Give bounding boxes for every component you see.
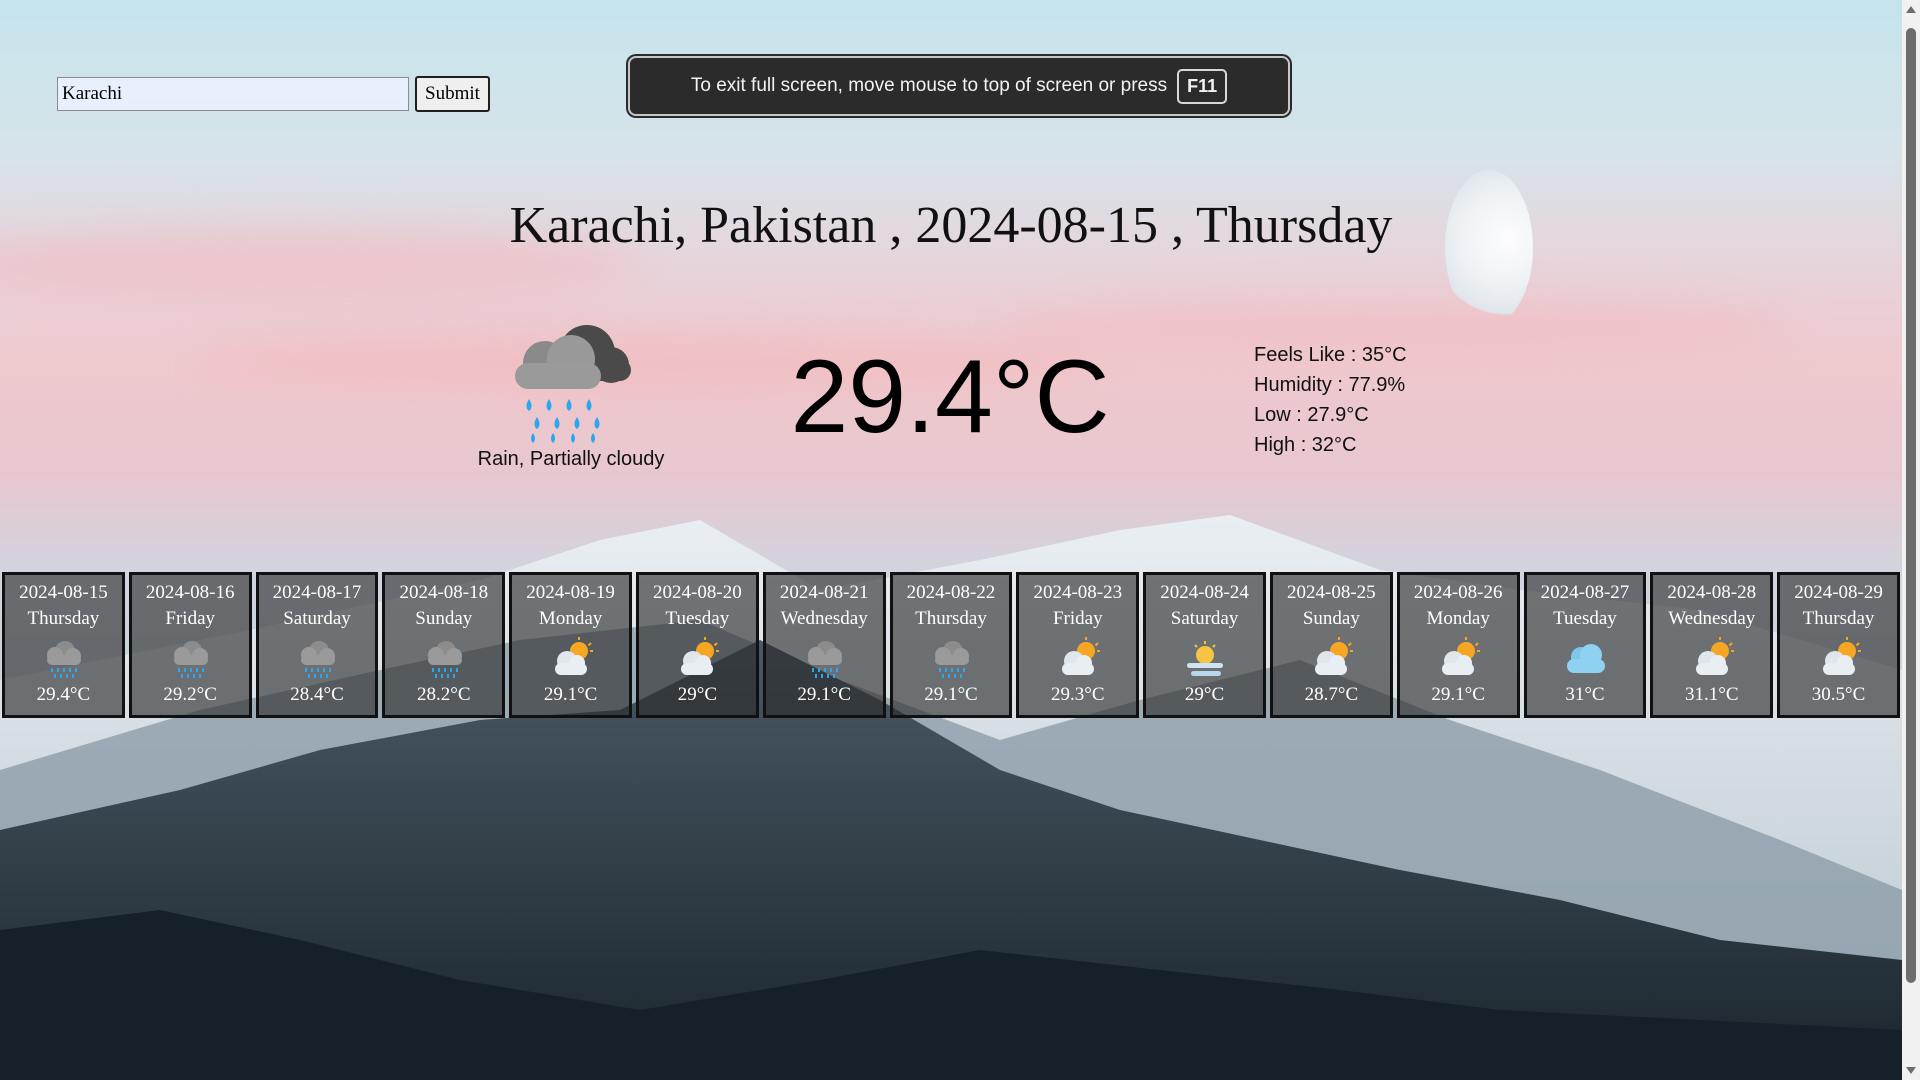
fullscreen-notice-text: To exit full screen, move mouse to top o… [690, 75, 1168, 96]
feels-like-value: Feels Like : 35°C [1254, 344, 1407, 366]
forecast-day-name: Thursday [915, 608, 987, 629]
forecast-day-card: 2024-08-19 Monday 29.1°C [509, 572, 632, 718]
rain-icon [934, 641, 969, 678]
location-date-title: Karachi, Pakistan , 2024-08-15 , Thursda… [509, 197, 1393, 254]
forecast-date: 2024-08-29 [1794, 582, 1883, 603]
forecast-day-card: 2024-08-29 Thursday 30.5°C [1777, 572, 1900, 718]
high-temperature-value: High : 32°C [1254, 434, 1357, 456]
partly-cloudy-icon [1822, 637, 1861, 675]
forecast-day-card: 2024-08-24 Saturday 29°C [1143, 572, 1266, 718]
current-temperature: 29.4°C [790, 339, 1110, 455]
forecast-date: 2024-08-19 [526, 582, 615, 603]
forecast-date: 2024-08-17 [272, 582, 362, 603]
forecast-day-name: Tuesday [1553, 608, 1617, 629]
forecast-date: 2024-08-20 [653, 582, 742, 603]
forecast-day-name: Monday [1426, 608, 1490, 629]
cloudy-icon [1566, 644, 1605, 673]
scroll-up-arrow-icon[interactable] [1906, 6, 1916, 13]
partly-cloudy-icon [1315, 637, 1354, 675]
humidity-value: Humidity : 77.9% [1254, 374, 1406, 396]
forecast-temperature: 31°C [1565, 684, 1605, 705]
forecast-day-name: Sunday [415, 608, 473, 629]
forecast-day-name: Wednesday [780, 608, 868, 629]
forecast-temperature: 29.1°C [543, 684, 598, 705]
forecast-temperature: 29.4°C [36, 684, 91, 705]
submit-button[interactable]: Submit [415, 76, 490, 112]
forecast-day-card: 2024-08-18 Sunday 28.2°C [382, 572, 506, 718]
forecast-temperature: 29.1°C [1431, 684, 1485, 705]
current-conditions-text: Rain, Partially cloudy [477, 448, 665, 470]
forecast-day-name: Friday [165, 608, 215, 629]
forecast-date: 2024-08-27 [1540, 582, 1630, 603]
scroll-down-arrow-icon[interactable] [1906, 1067, 1916, 1074]
forecast-strip: 2024-08-15 Thursday 29.4°C 2024-08-16 Friday… [0, 572, 1902, 718]
forecast-day-name: Saturday [1170, 608, 1239, 629]
search-form: Submit [57, 76, 490, 112]
forecast-day-card: 2024-08-17 Saturday 28.4°C [255, 572, 379, 718]
forecast-date: 2024-08-28 [1667, 582, 1757, 603]
forecast-date: 2024-08-18 [399, 582, 489, 603]
scroll-thumb[interactable] [1906, 28, 1916, 983]
forecast-temperature: 29.2°C [163, 684, 217, 705]
rain-icon [808, 641, 843, 678]
page-scrollbar[interactable] [1902, 0, 1920, 1080]
forecast-temperature: 29.1°C [924, 684, 978, 705]
partly-cloudy-icon [1061, 637, 1100, 675]
forecast-date: 2024-08-21 [779, 582, 869, 603]
forecast-temperature: 29°C [1184, 684, 1225, 705]
rain-icon [47, 641, 82, 678]
fullscreen-exit-notice: To exit full screen, move mouse to top o… [628, 56, 1290, 116]
f11-key-badge: F11 [1177, 68, 1228, 104]
rain-icon [300, 641, 335, 678]
forecast-date: 2024-08-24 [1160, 582, 1249, 603]
partly-cloudy-icon [1695, 637, 1734, 675]
low-temperature-value: Low : 27.9°C [1254, 404, 1369, 426]
forecast-date: 2024-08-25 [1287, 582, 1376, 603]
forecast-day-name: Tuesday [665, 608, 730, 629]
forecast-date: 2024-08-15 [19, 582, 108, 603]
forecast-day-card: 2024-08-21 Wednesday 29.1°C [762, 572, 886, 718]
forecast-temperature: 28.7°C [1304, 684, 1359, 705]
current-stats: Feels Like : 35°C Humidity : 77.9% Low :… [1254, 340, 1407, 460]
forecast-day-name: Thursday [27, 608, 100, 629]
forecast-day-name: Saturday [283, 608, 351, 629]
forecast-day-card: 2024-08-25 Sunday 28.7°C [1269, 572, 1393, 718]
forecast-date: 2024-08-23 [1033, 582, 1123, 603]
forecast-day-name: Friday [1052, 608, 1103, 629]
forecast-day-card: 2024-08-16 Friday 29.2°C [128, 572, 252, 718]
forecast-temperature: 29.1°C [797, 684, 851, 705]
rain-icon [174, 641, 209, 678]
forecast-day-name: Wednesday [1668, 608, 1756, 629]
forecast-temperature: 29.3°C [1051, 684, 1105, 705]
forecast-day-name: Thursday [1802, 608, 1875, 629]
forecast-day-card: 2024-08-23 Friday 29.3°C [1016, 572, 1140, 718]
rain-cloud-icon [515, 325, 631, 443]
forecast-day-card: 2024-08-15 Thursday 29.4°C [2, 572, 125, 718]
forecast-day-card: 2024-08-26 Monday 29.1°C [1396, 572, 1520, 718]
forecast-temperature: 28.4°C [290, 684, 344, 705]
partly-cloudy-icon [554, 637, 593, 675]
forecast-date: 2024-08-22 [906, 582, 996, 603]
forecast-temperature: 29°C [677, 684, 718, 705]
rain-icon [427, 641, 462, 678]
city-search-input[interactable] [57, 77, 409, 111]
forecast-day-name: Sunday [1302, 608, 1360, 629]
forecast-day-card: 2024-08-22 Thursday 29.1°C [889, 572, 1013, 718]
partly-cloudy-icon [1442, 637, 1481, 675]
fog-sun-icon [1186, 641, 1223, 676]
forecast-temperature: 30.5°C [1811, 684, 1866, 705]
forecast-day-name: Monday [538, 608, 603, 629]
forecast-date: 2024-08-16 [145, 582, 235, 603]
forecast-date: 2024-08-26 [1413, 582, 1503, 603]
forecast-day-card: 2024-08-27 Tuesday 31°C [1523, 572, 1647, 718]
forecast-temperature: 31.1°C [1684, 684, 1739, 705]
forecast-temperature: 28.2°C [417, 684, 471, 705]
forecast-day-card: 2024-08-28 Wednesday 31.1°C [1650, 572, 1774, 718]
forecast-day-card: 2024-08-20 Tuesday 29°C [635, 572, 759, 718]
partly-cloudy-icon [681, 637, 720, 675]
